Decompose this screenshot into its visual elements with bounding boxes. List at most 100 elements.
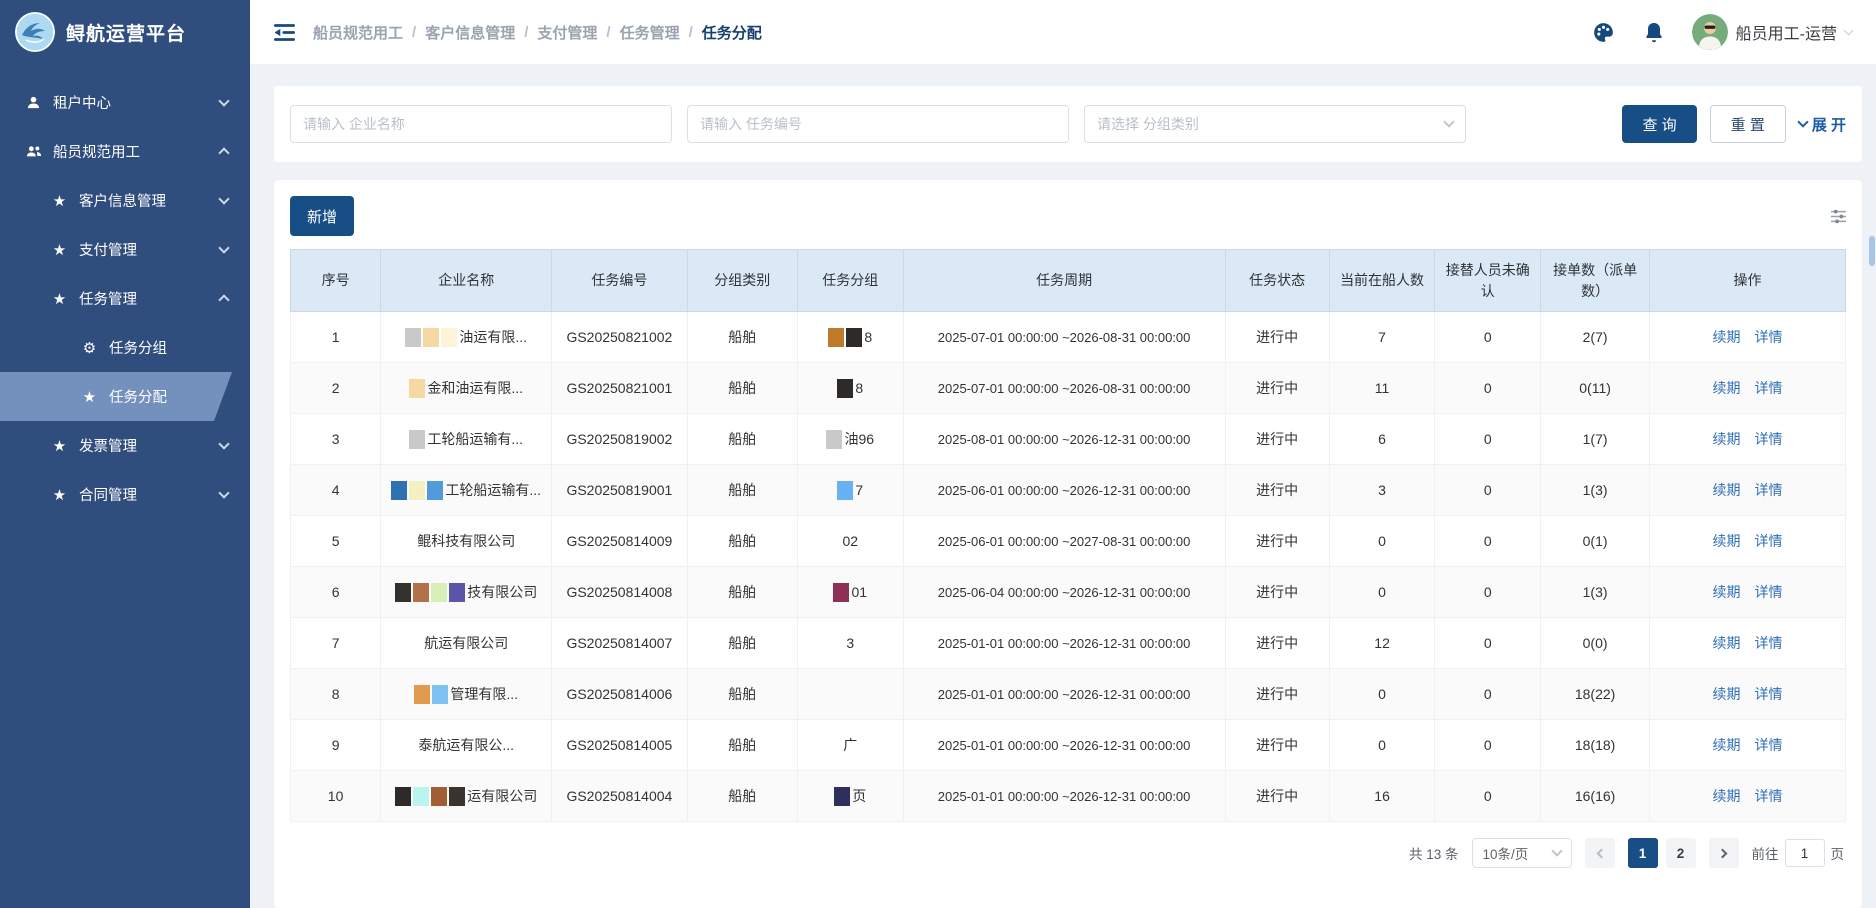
sidebar-item[interactable]: ★任务管理 xyxy=(0,274,250,323)
page-size-value: 10条/页 xyxy=(1483,843,1529,863)
detail-link[interactable]: 详情 xyxy=(1755,533,1783,549)
cell-task-group: 油96 xyxy=(797,414,903,465)
cell-task-group-content: 7 xyxy=(804,481,897,500)
renew-link[interactable]: 续期 xyxy=(1713,788,1741,804)
sidebar-item[interactable]: ★合同管理 xyxy=(0,470,250,519)
redaction-block xyxy=(834,787,850,806)
cell-period: 2025-07-01 00:00:00 ~2026-08-31 00:00:00 xyxy=(903,312,1225,363)
breadcrumb-separator: / xyxy=(606,24,610,41)
tasks-table: 序号企业名称任务编号分组类别任务分组任务周期任务状态当前在船人数接替人员未确认接… xyxy=(290,249,1846,822)
expand-filters-link[interactable]: 展 开 xyxy=(1799,114,1846,135)
cell-onboard-count: 3 xyxy=(1329,465,1435,516)
detail-link[interactable]: 详情 xyxy=(1755,788,1783,804)
breadcrumb-item[interactable]: 船员规范用工 xyxy=(313,22,403,43)
search-button[interactable]: 查 询 xyxy=(1622,105,1696,143)
column-settings-icon[interactable] xyxy=(1831,209,1846,224)
chevron-down-icon xyxy=(218,487,229,498)
cell-unconfirmed-count: 0 xyxy=(1435,771,1541,822)
cell-group-type: 船舶 xyxy=(687,312,797,363)
cell-seq: 10 xyxy=(291,771,381,822)
cell-status: 进行中 xyxy=(1225,720,1329,771)
sidebar-item[interactable]: ★支付管理 xyxy=(0,225,250,274)
breadcrumb-item[interactable]: 任务管理 xyxy=(620,22,680,43)
cell-task-group-content: 广 xyxy=(804,735,897,755)
sidebar-item-label: 支付管理 xyxy=(79,239,137,260)
detail-link[interactable]: 详情 xyxy=(1755,329,1783,345)
chevron-down-icon xyxy=(218,242,229,253)
cell-company-content: 泰航运有限公... xyxy=(387,735,545,755)
collapse-sidebar-icon[interactable] xyxy=(274,23,295,42)
scrollbar-thumb[interactable] xyxy=(1869,236,1875,266)
topbar-right: 船员用工-运营 xyxy=(1591,14,1852,50)
renew-link[interactable]: 续期 xyxy=(1713,482,1741,498)
detail-link[interactable]: 详情 xyxy=(1755,431,1783,447)
theme-palette-icon[interactable] xyxy=(1591,20,1616,45)
breadcrumb-item[interactable]: 任务分配 xyxy=(702,22,762,43)
cell-group-type: 船舶 xyxy=(687,720,797,771)
cell-actions: 续期详情 xyxy=(1650,312,1846,363)
cell-task-group: 01 xyxy=(797,567,903,618)
sidebar-item[interactable]: ⚙任务分组 xyxy=(0,323,250,372)
redaction-block xyxy=(414,685,430,704)
notifications-bell-icon[interactable] xyxy=(1642,20,1666,44)
chevron-right-icon xyxy=(1717,848,1727,858)
renew-link[interactable]: 续期 xyxy=(1713,380,1741,396)
cell-task-number: GS20250821002 xyxy=(552,312,687,363)
detail-link[interactable]: 详情 xyxy=(1755,482,1783,498)
detail-link[interactable]: 详情 xyxy=(1755,737,1783,753)
cell-status: 进行中 xyxy=(1225,312,1329,363)
app-title: 鲟航运营平台 xyxy=(66,19,186,46)
sidebar-item[interactable]: ★任务分配 xyxy=(0,372,214,421)
sidebar-item[interactable]: ★发票管理 xyxy=(0,421,250,470)
breadcrumb-item[interactable]: 支付管理 xyxy=(537,22,597,43)
renew-link[interactable]: 续期 xyxy=(1713,329,1741,345)
detail-link[interactable]: 详情 xyxy=(1755,686,1783,702)
cell-company-content: 工轮船运输有... xyxy=(387,429,545,449)
renew-link[interactable]: 续期 xyxy=(1713,737,1741,753)
cell-status: 进行中 xyxy=(1225,618,1329,669)
renew-link[interactable]: 续期 xyxy=(1713,686,1741,702)
breadcrumb-separator: / xyxy=(412,24,416,41)
sidebar-item[interactable]: ★客户信息管理 xyxy=(0,176,250,225)
page-button[interactable]: 2 xyxy=(1666,838,1696,868)
detail-link[interactable]: 详情 xyxy=(1755,584,1783,600)
cell-task-group-text: 02 xyxy=(842,533,858,549)
cell-seq: 6 xyxy=(291,567,381,618)
cell-seq: 1 xyxy=(291,312,381,363)
cell-onboard-count: 11 xyxy=(1329,363,1435,414)
page-size-select[interactable]: 10条/页 xyxy=(1472,838,1572,868)
company-name-input[interactable] xyxy=(290,105,672,143)
cell-onboard-count: 7 xyxy=(1329,312,1435,363)
add-button[interactable]: 新增 xyxy=(290,196,354,236)
breadcrumb-item[interactable]: 客户信息管理 xyxy=(425,22,515,43)
cell-unconfirmed-count: 0 xyxy=(1435,414,1541,465)
cell-company-content: 鲲科技有限公司 xyxy=(387,531,545,551)
reset-button[interactable]: 重 置 xyxy=(1710,105,1786,143)
page-button[interactable]: 1 xyxy=(1628,838,1658,868)
sidebar-item[interactable]: 船员规范用工 xyxy=(0,127,250,176)
cell-onboard-count: 12 xyxy=(1329,618,1435,669)
renew-link[interactable]: 续期 xyxy=(1713,635,1741,651)
cell-onboard-count: 16 xyxy=(1329,771,1435,822)
next-page-button[interactable] xyxy=(1709,838,1739,868)
cell-company-text: 运有限公司 xyxy=(467,786,537,806)
renew-link[interactable]: 续期 xyxy=(1713,431,1741,447)
user-menu[interactable]: 船员用工-运营 xyxy=(1692,14,1852,50)
group-type-select[interactable]: 请选择 分组类别 xyxy=(1084,105,1466,143)
goto-page-input[interactable] xyxy=(1785,839,1825,867)
user-menu-chevron-icon xyxy=(1844,26,1854,36)
renew-link[interactable]: 续期 xyxy=(1713,533,1741,549)
cell-company-text: 工轮船运输有... xyxy=(445,480,541,500)
renew-link[interactable]: 续期 xyxy=(1713,584,1741,600)
cell-company-content: 技有限公司 xyxy=(387,582,545,602)
sidebar-item[interactable]: 租户中心 xyxy=(0,78,250,127)
cell-task-number: GS20250814006 xyxy=(552,669,687,720)
prev-page-button[interactable] xyxy=(1585,838,1615,868)
cell-company-text: 工轮船运输有... xyxy=(427,429,523,449)
star-icon: ★ xyxy=(50,192,69,210)
detail-link[interactable]: 详情 xyxy=(1755,635,1783,651)
cell-task-number: GS20250814007 xyxy=(552,618,687,669)
column-header: 任务周期 xyxy=(903,250,1225,312)
detail-link[interactable]: 详情 xyxy=(1755,380,1783,396)
task-number-input[interactable] xyxy=(687,105,1069,143)
